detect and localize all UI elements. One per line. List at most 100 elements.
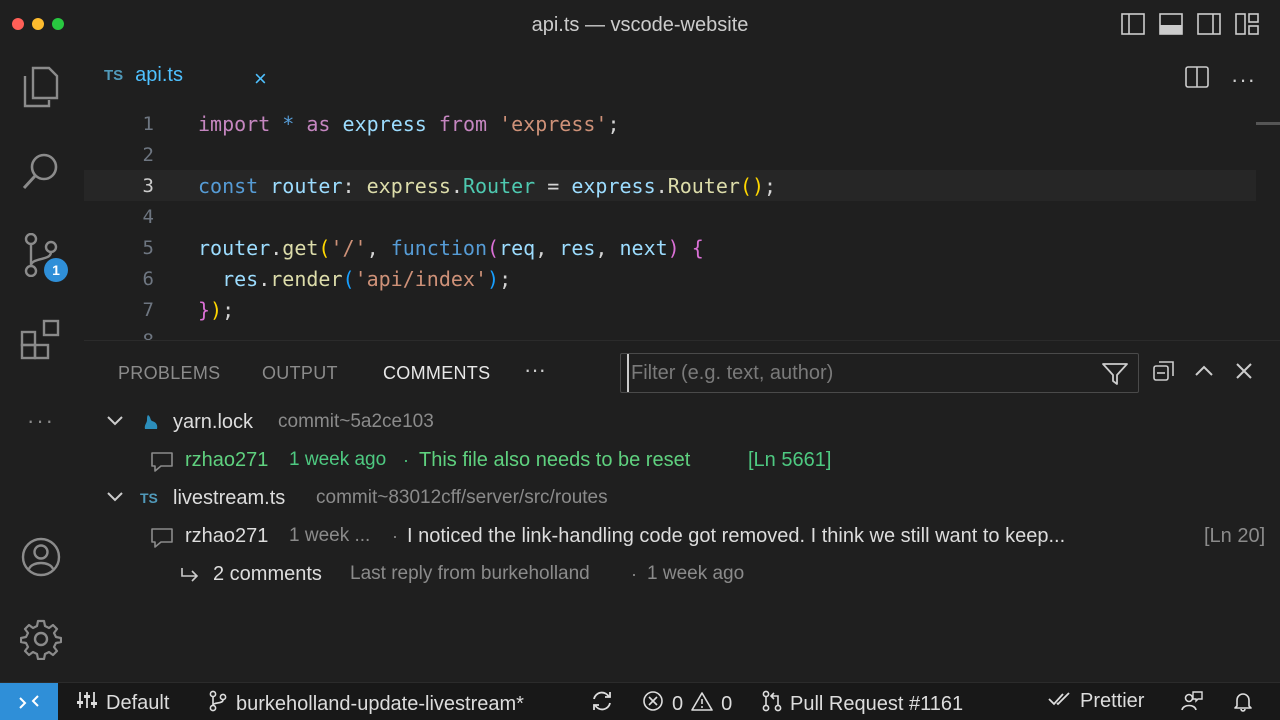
line-number: 4	[142, 205, 154, 228]
layout-controls	[1120, 11, 1260, 37]
code-line: 8	[84, 325, 1256, 341]
tab-close-icon[interactable]: ×	[254, 66, 267, 92]
feedback-status[interactable]	[1180, 690, 1212, 718]
last-reply: Last reply from burkeholland	[350, 563, 590, 584]
pull-request-label: Pull Request #1161	[790, 692, 964, 715]
comment-icon	[150, 527, 174, 555]
code-line: 1 import * as express from 'express';	[84, 108, 1256, 139]
accounts-icon[interactable]	[18, 534, 64, 580]
reply-separator: ·	[631, 563, 637, 584]
git-branch-icon	[208, 690, 236, 718]
comment-row[interactable]: rzhao271 1 week ... · I noticed the link…	[84, 517, 1274, 555]
comments-filter	[620, 353, 1139, 393]
panel-actions	[1152, 359, 1256, 388]
comment-separator: ·	[403, 449, 409, 470]
title-bar: api.ts — vscode-website	[0, 0, 1280, 50]
search-icon[interactable]	[18, 148, 64, 194]
double-check-icon	[1048, 690, 1080, 713]
line-number: 2	[142, 143, 154, 166]
tab-label: api.ts	[135, 64, 183, 86]
comment-separator: ·	[392, 525, 398, 546]
filter-input[interactable]	[627, 354, 1087, 392]
thread-file-ref: commit~83012cff/server/src/routes	[316, 487, 608, 508]
settings-gear-icon[interactable]	[18, 616, 64, 662]
comment-time: 1 week ago	[289, 449, 387, 470]
remote-indicator[interactable]	[0, 683, 58, 720]
tab-api-ts[interactable]: TS api.ts	[104, 64, 183, 87]
filter-icon[interactable]	[1102, 362, 1128, 391]
profile-label: Default	[106, 691, 170, 714]
editor-tab-bar: TS api.ts × ···	[84, 50, 1280, 106]
explorer-icon[interactable]	[18, 64, 64, 110]
reply-arrow-icon	[180, 566, 200, 589]
feedback-person-icon	[1180, 690, 1212, 718]
tab-comments[interactable]: COMMENTS	[383, 363, 490, 384]
editor-scrollbar-marker[interactable]	[1256, 122, 1280, 125]
code-editor[interactable]: 1 import * as express from 'express'; 2 …	[84, 106, 1280, 340]
problems-status[interactable]: 0 0	[642, 690, 732, 718]
split-editor-icon[interactable]	[1185, 66, 1209, 93]
notifications-status[interactable]	[1232, 690, 1262, 718]
comment-line-ref: [Ln 20]	[1204, 524, 1266, 547]
toggle-panel-icon[interactable]	[1158, 11, 1184, 37]
thread-file-ref: commit~5a2ce103	[278, 411, 434, 432]
line-number: 7	[142, 298, 154, 321]
source-control-badge: 1	[44, 258, 68, 282]
error-icon	[642, 690, 672, 718]
yarn-file-icon	[142, 413, 160, 437]
line-number: 3	[142, 174, 154, 197]
more-views-icon[interactable]: ···	[18, 398, 64, 444]
tab-problems[interactable]: PROBLEMS	[118, 363, 220, 384]
tab-output[interactable]: OUTPUT	[262, 363, 338, 384]
code-line: 4	[84, 201, 1256, 232]
warning-icon	[691, 691, 721, 717]
line-number: 6	[142, 267, 154, 290]
window-title: api.ts — vscode-website	[531, 14, 749, 36]
sync-icon	[590, 690, 622, 718]
activity-bar: 1 ···	[0, 50, 84, 682]
line-number: 1	[142, 112, 154, 135]
typescript-file-icon: TS	[104, 67, 124, 84]
formatter-label: Prettier	[1080, 690, 1145, 712]
reply-count: 2 comments	[213, 562, 322, 585]
warning-count: 0	[721, 692, 733, 715]
status-bar: Default burkeholland-update-livestream* …	[0, 682, 1280, 720]
comment-author: rzhao271	[185, 448, 269, 471]
comment-line-ref: [Ln 5661]	[748, 448, 832, 471]
typescript-file-icon: TS	[140, 490, 158, 506]
comment-time: 1 week ...	[289, 525, 371, 546]
code-line: 7 });	[84, 294, 1256, 325]
reply-time: 1 week ago	[647, 563, 745, 584]
line-number: 8	[84, 330, 154, 341]
line-number: 5	[142, 236, 154, 259]
thread-file-name: livestream.ts	[173, 486, 286, 509]
bottom-panel: PROBLEMS OUTPUT COMMENTS ··· yarn.lock c…	[84, 340, 1280, 682]
toggle-secondary-sidebar-icon[interactable]	[1196, 11, 1222, 37]
customize-layout-icon[interactable]	[1234, 11, 1260, 37]
settings-sliders-icon	[76, 690, 106, 716]
profile-status[interactable]: Default	[76, 690, 169, 716]
comment-icon	[150, 451, 174, 479]
formatter-status[interactable]: Prettier	[1048, 690, 1144, 713]
editor-actions: ···	[1185, 66, 1256, 93]
branch-label: burkeholland-update-livestream*	[236, 692, 524, 715]
error-count: 0	[672, 692, 684, 715]
maximize-panel-chevron-up-icon[interactable]	[1192, 359, 1216, 388]
code-line-current: 3 const router: express.Router = express…	[84, 170, 1256, 201]
chevron-down-icon[interactable]	[106, 487, 124, 510]
chevron-down-icon[interactable]	[106, 411, 124, 434]
sync-status[interactable]	[590, 690, 622, 718]
comment-row[interactable]: rzhao271 1 week ago · This file also nee…	[84, 441, 1280, 479]
extensions-icon[interactable]	[18, 316, 64, 362]
collapse-all-icon[interactable]	[1152, 359, 1176, 388]
code-line: 5 router.get('/', function(req, res, nex…	[84, 232, 1256, 263]
branch-status[interactable]: burkeholland-update-livestream*	[208, 690, 524, 718]
toggle-primary-sidebar-icon[interactable]	[1120, 11, 1146, 37]
comment-author: rzhao271	[185, 524, 269, 547]
comment-text: I noticed the link-handling code got rem…	[407, 524, 1066, 547]
editor-more-actions-icon[interactable]: ···	[1231, 67, 1256, 93]
close-panel-icon[interactable]	[1232, 359, 1256, 388]
pull-request-icon	[762, 690, 790, 718]
panel-more-icon[interactable]: ···	[524, 357, 546, 383]
pull-request-status[interactable]: Pull Request #1161	[762, 690, 963, 718]
